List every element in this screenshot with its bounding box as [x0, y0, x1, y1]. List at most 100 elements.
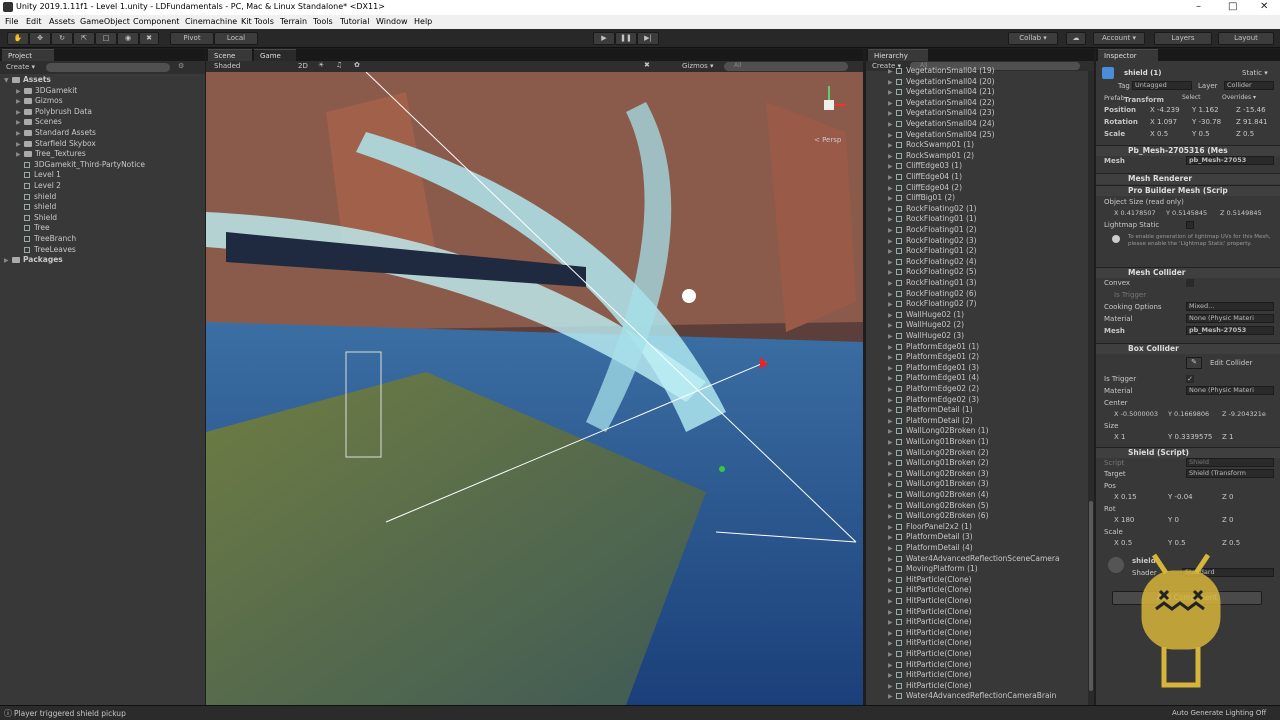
hierarchy-item[interactable]: ▶ WallHuge02 (2) [866, 320, 1086, 331]
foldout-arrow-icon[interactable]: ▶ [16, 88, 24, 95]
foldout-arrow-icon[interactable]: ▶ [888, 79, 896, 86]
foldout-arrow-icon[interactable]: ▶ [888, 153, 896, 160]
foldout-arrow-icon[interactable]: ▶ [888, 587, 896, 594]
mesh-field[interactable]: pb_Mesh-27053 [1186, 156, 1274, 165]
pause-icon[interactable]: ❚❚ [615, 32, 637, 45]
scene-view[interactable]: Scene Game Shaded 2D ☀ ♫ ✿ ✖ Gizmos ▾ Al… [206, 49, 863, 705]
foldout-arrow-icon[interactable]: ▶ [888, 68, 896, 75]
hierarchy-item[interactable]: ▶ PlatformDetail (2) [866, 416, 1086, 427]
is-trigger-checkbox[interactable]: ✓ [1186, 375, 1194, 383]
project-item[interactable]: ▶ Starfield Skybox [0, 139, 205, 150]
center-x[interactable]: X -0.5000003 [1114, 410, 1158, 418]
project-item[interactable]: TreeLeaves [0, 245, 205, 256]
audio-icon[interactable]: ♫ [336, 61, 342, 69]
foldout-arrow-icon[interactable]: ▶ [888, 503, 896, 510]
foldout-arrow-icon[interactable]: ▶ [16, 151, 24, 158]
hierarchy-item[interactable]: ▶ RockFloating01 (1) [866, 214, 1086, 225]
rotation-y[interactable]: Y -30.78 [1192, 118, 1221, 126]
foldout-arrow-icon[interactable]: ▶ [888, 110, 896, 117]
foldout-arrow-icon[interactable]: ▶ [888, 301, 896, 308]
foldout-arrow-icon[interactable]: ▶ [888, 280, 896, 287]
foldout-arrow-icon[interactable]: ▶ [888, 450, 896, 457]
foldout-arrow-icon[interactable]: ▶ [888, 344, 896, 351]
hierarchy-item[interactable]: ▶ PlatformEdge02 (2) [866, 384, 1086, 395]
gizmo-sphere[interactable] [682, 289, 696, 303]
tab-game[interactable]: Game [254, 49, 296, 61]
foldout-arrow-icon[interactable]: ▶ [888, 683, 896, 690]
size-x[interactable]: X 1 [1114, 433, 1125, 441]
foldout-arrow-icon[interactable]: ▶ [888, 259, 896, 266]
foldout-arrow-icon[interactable]: ▶ [888, 386, 896, 393]
foldout-arrow-icon[interactable]: ▶ [888, 206, 896, 213]
foldout-arrow-icon[interactable]: ▶ [888, 609, 896, 616]
rot-x[interactable]: X 180 [1114, 516, 1134, 524]
position-x[interactable]: X -4.239 [1150, 106, 1180, 114]
foldout-arrow-icon[interactable]: ▶ [888, 545, 896, 552]
hierarchy-item[interactable]: ▶ RockSwamp01 (2) [866, 151, 1086, 162]
mesh-collider-header[interactable]: Mesh Collider [1096, 267, 1280, 278]
menu-assets[interactable]: Assets [49, 17, 75, 26]
hierarchy-item[interactable]: ▶ VegetationSmall04 (23) [866, 108, 1086, 119]
pivot-button[interactable]: Pivot [170, 32, 214, 45]
foldout-arrow-icon[interactable]: ▶ [888, 492, 896, 499]
foldout-arrow-icon[interactable]: ▶ [888, 227, 896, 234]
target-field[interactable]: Shield (Transform [1186, 469, 1274, 478]
foldout-arrow-icon[interactable]: ▶ [888, 672, 896, 679]
project-item[interactable]: TreeBranch [0, 234, 205, 245]
menu-help[interactable]: Help [414, 17, 432, 26]
foldout-arrow-icon[interactable]: ▶ [888, 185, 896, 192]
foldout-arrow-icon[interactable]: ▶ [888, 471, 896, 478]
tab-hierarchy[interactable]: Hierarchy [868, 49, 928, 61]
foldout-arrow-icon[interactable]: ▶ [888, 248, 896, 255]
scale-z[interactable]: Z 0.5 [1236, 130, 1254, 138]
project-item[interactable]: ▶ Tree_Textures [0, 149, 205, 160]
hierarchy-item[interactable]: ▶ FloorPanel2x2 (1) [866, 522, 1086, 533]
size-y[interactable]: Y 0.3339575 [1168, 433, 1212, 441]
hierarchy-item[interactable]: ▶ HitParticle(Clone) [866, 628, 1086, 639]
foldout-arrow-icon[interactable]: ▶ [888, 662, 896, 669]
mesh-collider-material-field[interactable]: None (Physic Materi [1186, 314, 1274, 323]
project-item[interactable]: shield [0, 202, 205, 213]
foldout-arrow-icon[interactable]: ▶ [888, 375, 896, 382]
transform-header[interactable]: Transform [1124, 96, 1164, 104]
hierarchy-item[interactable]: ▶ RockFloating02 (1) [866, 204, 1086, 215]
mesh-renderer-header[interactable]: Mesh Renderer [1096, 173, 1280, 184]
box-collider-header[interactable]: Box Collider [1096, 343, 1280, 354]
scale-y[interactable]: Y 0.5 [1192, 130, 1210, 138]
foldout-arrow-icon[interactable]: ▶ [888, 598, 896, 605]
hierarchy-item[interactable]: ▶ RockFloating01 (2) [866, 246, 1086, 257]
foldout-arrow-icon[interactable]: ▶ [16, 130, 24, 137]
rot-z[interactable]: Z 0 [1222, 516, 1233, 524]
foldout-arrow-icon[interactable]: ▶ [888, 481, 896, 488]
project-create-button[interactable]: Create ▾ [6, 63, 35, 71]
mesh-collider-mesh-field[interactable]: pb_Mesh-27053 [1186, 326, 1274, 335]
hierarchy-item[interactable]: ▶ RockSwamp01 (1) [866, 140, 1086, 151]
hierarchy-item[interactable]: ▶ HitParticle(Clone) [866, 649, 1086, 660]
foldout-arrow-icon[interactable]: ▶ [888, 460, 896, 467]
hierarchy-item[interactable]: ▶ HitParticle(Clone) [866, 660, 1086, 671]
hierarchy-item[interactable]: ▶ WallLong01Broken (3) [866, 479, 1086, 490]
foldout-arrow-icon[interactable]: ▼ [4, 77, 12, 84]
hierarchy-item[interactable]: ▶ RockFloating02 (4) [866, 257, 1086, 268]
hierarchy-item[interactable]: ▶ VegetationSmall04 (21) [866, 87, 1086, 98]
foldout-arrow-icon[interactable]: ▶ [888, 566, 896, 573]
hierarchy-item[interactable]: ▶ HitParticle(Clone) [866, 607, 1086, 618]
menu-component[interactable]: Component [133, 17, 179, 26]
pos-z[interactable]: Z 0 [1222, 493, 1233, 501]
menu-kit-tools[interactable]: Kit Tools [241, 17, 274, 26]
foldout-arrow-icon[interactable]: ▶ [888, 291, 896, 298]
convex-checkbox[interactable] [1186, 279, 1194, 287]
hierarchy-item[interactable]: ▶ WallLong02Broken (6) [866, 511, 1086, 522]
hierarchy-item[interactable]: ▶ PlatformDetail (4) [866, 543, 1086, 554]
play-icon[interactable]: ▶ [593, 32, 615, 45]
gizmos-dropdown[interactable]: Gizmos ▾ [682, 62, 714, 70]
foldout-arrow-icon[interactable]: ▶ [888, 354, 896, 361]
hand-tool-icon[interactable]: ✋ [7, 32, 29, 45]
project-item[interactable]: 3DGamekit_Third-PartyNotice [0, 160, 205, 171]
foldout-arrow-icon[interactable]: ▶ [888, 693, 896, 700]
collab-button[interactable]: Collab ▾ [1008, 32, 1058, 45]
effects-icon[interactable]: ✿ [354, 61, 360, 69]
menu-tutorial[interactable]: Tutorial [340, 17, 369, 26]
hierarchy-item[interactable]: ▶ WallLong02Broken (1) [866, 426, 1086, 437]
local-button[interactable]: Local [214, 32, 258, 45]
